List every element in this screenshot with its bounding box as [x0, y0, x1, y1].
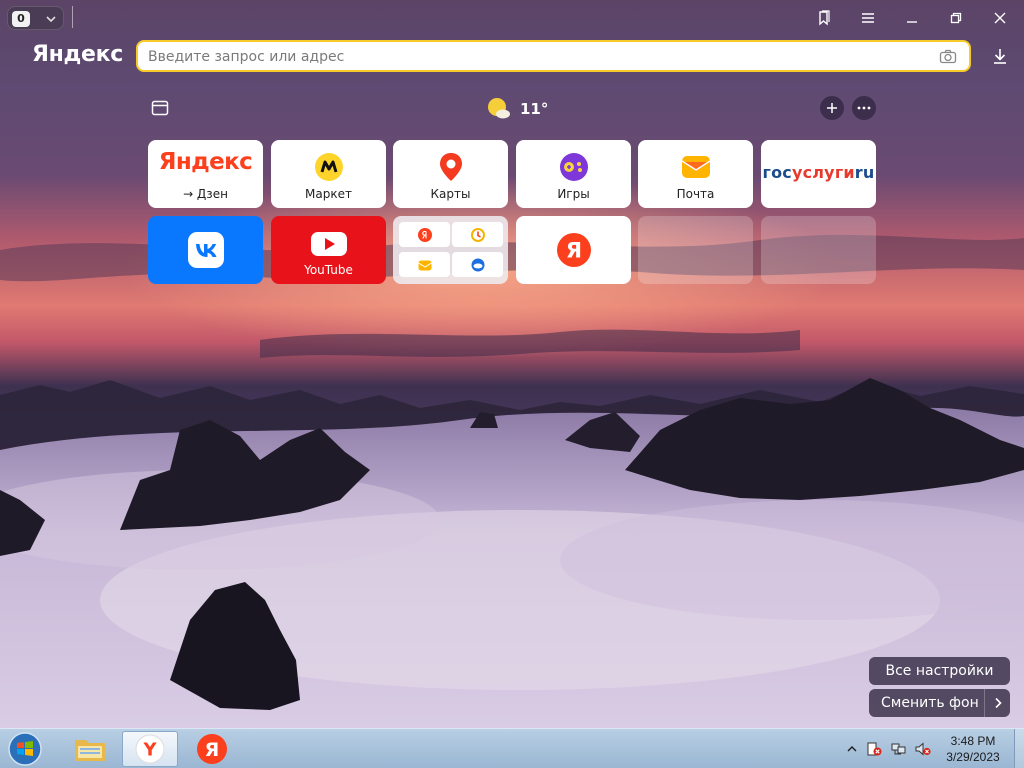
start-button[interactable]	[6, 731, 44, 767]
mail-icon	[681, 156, 710, 178]
tile-group[interactable]	[393, 216, 508, 284]
hamburger-icon	[862, 13, 874, 23]
temperature: 11°	[520, 100, 549, 118]
clock-time: 3:48 PM	[950, 734, 996, 748]
tile-label: Почта	[676, 187, 715, 201]
market-icon	[314, 153, 343, 181]
vk-icon	[187, 232, 224, 268]
restore-button[interactable]	[943, 6, 969, 30]
tile-youtube[interactable]: YouTube	[271, 216, 386, 284]
tile-gosuslugi[interactable]: госуслугиru	[761, 140, 876, 208]
next-background-button[interactable]	[985, 697, 1010, 709]
disk-icon	[471, 258, 484, 271]
action-center-icon[interactable]	[866, 742, 882, 756]
gamepad-icon	[559, 153, 588, 181]
chevron-right-icon	[994, 697, 1002, 709]
weather-widget[interactable]: 11°	[486, 96, 548, 122]
search-input[interactable]	[148, 47, 908, 67]
clock-date: 3/29/2023	[946, 750, 1000, 764]
taskbar-yandex[interactable]: Я	[184, 731, 240, 767]
address-bar[interactable]	[136, 40, 971, 72]
tile-maps[interactable]: Карты	[393, 140, 508, 208]
yandex-circle-icon: Я	[556, 233, 591, 267]
tile-games[interactable]: Игры	[516, 140, 631, 208]
taskbar-clock[interactable]: 3:48 PM 3/29/2023	[940, 733, 1006, 765]
tile-label: Карты	[430, 187, 471, 201]
tile-label: → Дзен	[183, 187, 228, 201]
download-icon[interactable]	[990, 46, 1010, 66]
taskbar-yandex-browser[interactable]: Y	[122, 731, 178, 767]
music-icon	[470, 227, 485, 242]
change-background-label: Сменить фон	[881, 695, 979, 711]
tile-label: Маркет	[305, 187, 352, 201]
yandex-browser-icon: Y	[135, 734, 165, 764]
sun-cloud-icon	[488, 98, 510, 119]
gosuslugi-logo: госуслугиru	[762, 163, 875, 182]
tile-vk[interactable]	[148, 216, 263, 284]
yandex-wordmark: Яндекс	[158, 149, 253, 175]
tile-market[interactable]: Маркет	[271, 140, 386, 208]
youtube-icon	[310, 232, 347, 256]
plus-icon	[827, 103, 837, 113]
folder-icon	[75, 740, 105, 761]
map-pin-icon	[439, 153, 462, 181]
svg-text:Y: Y	[142, 740, 157, 761]
mail-icon	[417, 260, 432, 270]
mini-tile	[399, 252, 450, 277]
more-button[interactable]	[852, 96, 876, 120]
minimize-button[interactable]	[899, 6, 925, 30]
tile-empty[interactable]	[761, 216, 876, 284]
show-desktop-button[interactable]	[1014, 729, 1024, 768]
yandex-circle-icon	[417, 227, 432, 242]
close-icon	[994, 12, 1006, 24]
tile-yandex-dzen[interactable]: Яндекс → Дзен	[148, 140, 263, 208]
all-settings-label: Все настройки	[885, 663, 994, 679]
tray-expand-icon[interactable]	[844, 742, 860, 756]
volume-muted-icon[interactable]	[915, 742, 931, 756]
sidebar-toggle-icon[interactable]	[150, 98, 170, 118]
restore-icon	[950, 12, 962, 24]
tile-label: YouTube	[304, 263, 353, 277]
tile-yandex[interactable]: Я	[516, 216, 631, 284]
tab-counter[interactable]: 0	[7, 6, 64, 30]
chevron-down-icon	[46, 16, 56, 23]
add-tile-button[interactable]	[820, 96, 844, 120]
tile-mail[interactable]: Почта	[638, 140, 753, 208]
taskbar-explorer[interactable]	[62, 731, 118, 767]
yandex-circle-icon: Я	[197, 734, 227, 764]
all-settings-button[interactable]: Все настройки	[869, 657, 1010, 685]
svg-text:Я: Я	[565, 239, 581, 263]
mini-tile	[452, 222, 503, 247]
close-button[interactable]	[987, 6, 1013, 30]
bookmarks-icon	[819, 10, 830, 26]
network-icon[interactable]	[891, 742, 907, 756]
bookmarks-button[interactable]	[811, 6, 837, 30]
mini-tile	[399, 222, 450, 247]
tile-empty[interactable]	[638, 216, 753, 284]
camera-icon[interactable]	[939, 48, 957, 66]
brand-logo[interactable]: Яндекс	[32, 42, 123, 67]
svg-text:Я: Я	[205, 739, 220, 761]
menu-button[interactable]	[855, 6, 881, 30]
mini-tile	[452, 252, 503, 277]
change-background-button[interactable]: Сменить фон	[869, 689, 1010, 717]
more-icon	[857, 106, 871, 110]
divider	[72, 6, 73, 28]
tab-count-badge: 0	[12, 11, 30, 27]
tile-label: Игры	[557, 187, 590, 201]
minimize-icon	[907, 21, 917, 23]
